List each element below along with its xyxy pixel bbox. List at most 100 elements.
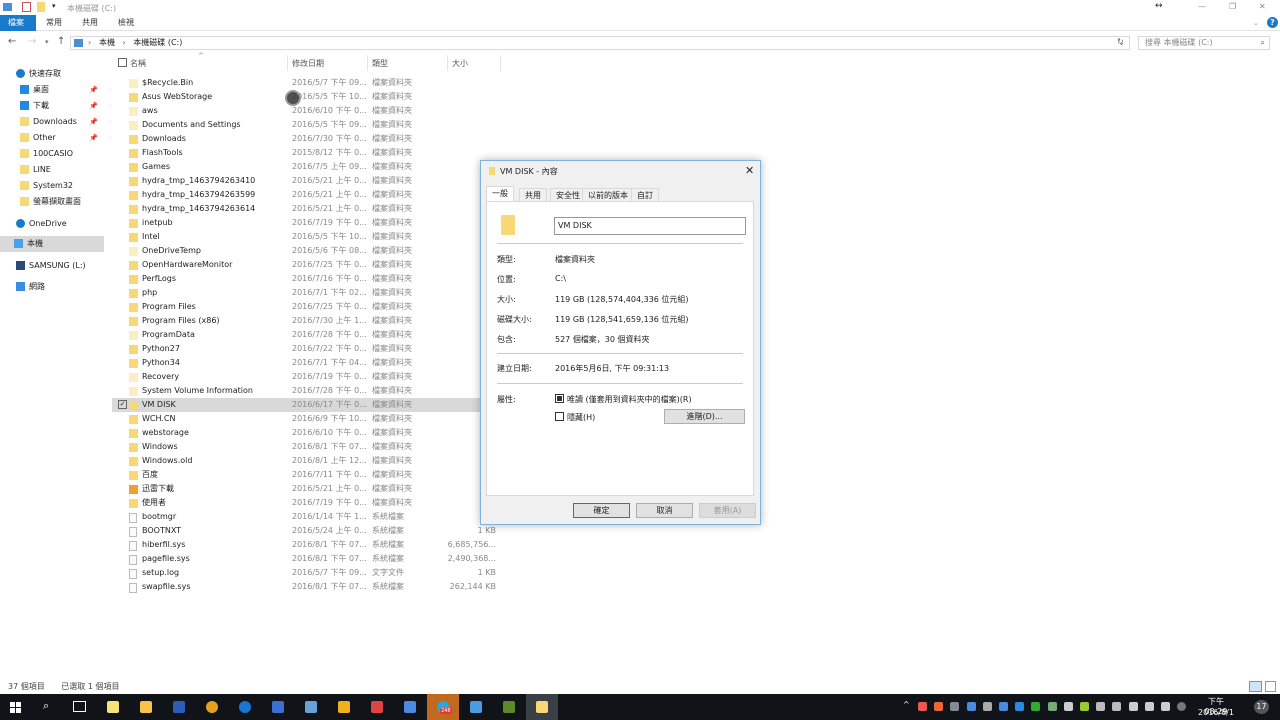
taskbar-app-button[interactable] [460, 694, 492, 720]
advanced-button[interactable]: 進階(D)... [664, 409, 745, 424]
file-row[interactable]: Downloads 2016/7/30 下午 0... 檔案資料夾 [112, 132, 480, 146]
action-center-button[interactable]: 17 [1254, 700, 1269, 714]
sidebar-item[interactable]: 本機 [0, 236, 104, 252]
wifi-icon[interactable] [1096, 702, 1106, 711]
large-icons-view-button[interactable] [1265, 681, 1276, 692]
taskbar-app-button[interactable]: 248 [427, 694, 459, 720]
file-row[interactable]: OpenHardwareMonitor 2016/7/25 下午 0... 檔案資料… [112, 258, 480, 272]
file-row[interactable]: setup.log 2016/5/7 下午 09... 文字文件 1 KB [112, 566, 496, 580]
breadcrumb-drive-c[interactable]: 本機磁碟 (C:) [133, 38, 182, 47]
taskbar-app-button[interactable] [328, 694, 360, 720]
start-button[interactable] [10, 702, 21, 713]
taskbar-app-button[interactable] [526, 694, 558, 720]
forward-button[interactable]: → [28, 36, 36, 47]
file-row[interactable]: hydra_tmp_1463794263410 2016/5/21 上午 0...… [112, 174, 480, 188]
sidebar-item[interactable]: 下載 📌 [0, 98, 104, 114]
volume-icon[interactable] [1128, 702, 1138, 711]
tray-app-icon[interactable] [966, 702, 976, 711]
file-row[interactable]: Documents and Settings 2016/5/5 下午 09... 檔… [112, 118, 480, 132]
tray-app-icon[interactable] [1080, 702, 1089, 711]
sidebar-item[interactable]: Other 📌 [0, 130, 104, 146]
cancel-button[interactable]: 取消 [636, 503, 693, 518]
tray-app-icon[interactable] [1047, 702, 1057, 711]
properties-icon[interactable] [22, 2, 31, 12]
maximize-button[interactable]: ❐ [1229, 2, 1236, 11]
column-name[interactable]: 名稱 [130, 58, 146, 69]
file-row[interactable]: swapfile.sys 2016/8/1 下午 07... 系統檔案 262,144… [112, 580, 496, 594]
taskbar-app-button[interactable] [196, 694, 228, 720]
file-row[interactable]: webstorage 2016/6/10 下午 0... 檔案資料夾 [112, 426, 480, 440]
tab-customize[interactable]: 自訂 [631, 188, 659, 201]
file-row[interactable]: Windows.old 2016/8/1 上午 12... 檔案資料夾 [112, 454, 480, 468]
file-row[interactable]: Intel 2016/5/5 下午 10... 檔案資料夾 [112, 230, 480, 244]
apply-button[interactable]: 套用(A) [699, 503, 756, 518]
taskbar-app-button[interactable] [394, 694, 426, 720]
file-row[interactable]: hydra_tmp_1463794263614 2016/5/21 上午 0...… [112, 202, 480, 216]
pin-icon[interactable]: 📌 [89, 98, 98, 114]
taskbar-app-button[interactable] [493, 694, 525, 720]
dialog-close-button[interactable]: ✕ [745, 164, 754, 177]
tray-app-icon[interactable] [982, 702, 992, 711]
tray-app-icon[interactable] [1112, 702, 1122, 711]
antivirus-icon[interactable] [918, 702, 927, 711]
taskbar-app-button[interactable] [130, 694, 162, 720]
file-row[interactable]: Games 2016/7/5 上午 09... 檔案資料夾 [112, 160, 480, 174]
file-row[interactable]: ✓ VM DISK 2016/6/17 下午 0... 檔案資料夾 [112, 398, 480, 412]
pin-icon[interactable]: 📌 [89, 114, 98, 130]
pen-icon[interactable] [1144, 702, 1154, 711]
breadcrumb-this-pc[interactable]: 本機 [99, 38, 115, 47]
pin-icon[interactable]: 📌 [89, 130, 98, 146]
file-row[interactable]: BOOTNXT 2016/5/24 上午 0... 系統檔案 1 KB [112, 524, 496, 538]
chevron-down-icon[interactable]: ▾ [52, 2, 56, 10]
file-row[interactable]: OneDriveTemp 2016/5/6 下午 08... 檔案資料夾 [112, 244, 480, 258]
nvidia-icon[interactable] [1031, 702, 1041, 711]
select-all-checkbox[interactable] [118, 58, 127, 67]
column-size[interactable]: 大小 [452, 58, 468, 69]
pin-icon[interactable]: 📌 [89, 82, 98, 98]
sidebar-item[interactable]: System32 [0, 178, 104, 194]
sidebar-item[interactable]: OneDrive [0, 216, 104, 232]
file-row[interactable]: Program Files (x86) 2016/7/30 上午 1... 檔案資料… [112, 314, 480, 328]
show-hidden-icons-button[interactable]: ^ [903, 700, 910, 709]
row-checkbox[interactable]: ✓ [118, 400, 127, 409]
file-row[interactable]: ProgramData 2016/7/28 下午 0... 檔案資料夾 [112, 328, 480, 342]
file-row[interactable]: 使用者 2016/7/19 下午 0... 檔案資料夾 [112, 496, 480, 510]
usb-icon[interactable] [1063, 702, 1073, 711]
file-row[interactable]: hydra_tmp_1463794263599 2016/5/21 上午 0...… [112, 188, 480, 202]
refresh-button[interactable]: ↻ [1117, 37, 1124, 46]
sidebar-item[interactable]: 螢幕擷取畫面 [0, 194, 104, 210]
up-button[interactable]: ↑ [57, 36, 65, 47]
expand-ribbon-icon[interactable]: ⌄ [1253, 19, 1259, 27]
taskbar-app-button[interactable] [295, 694, 327, 720]
file-row[interactable]: bootmgr2016/1/14 下午 1...系統檔案39 [112, 510, 496, 524]
tray-app-icon[interactable] [950, 702, 960, 711]
back-button[interactable]: ← [8, 36, 16, 47]
taskbar-app-button[interactable] [262, 694, 294, 720]
file-row[interactable]: PerfLogs 2016/7/16 下午 0... 檔案資料夾 [112, 272, 480, 286]
minimize-button[interactable]: — [1198, 2, 1206, 11]
recent-locations-icon[interactable]: ▾ [45, 38, 49, 46]
file-row[interactable]: aws 2016/6/10 下午 0... 檔案資料夾 [112, 104, 480, 118]
tab-share[interactable]: 共用 [74, 15, 106, 31]
tab-view[interactable]: 檢視 [110, 15, 142, 31]
sidebar-item[interactable]: 桌面 📌 [0, 82, 104, 98]
file-row[interactable]: Program Files 2016/7/25 下午 0... 檔案資料夾 [112, 300, 480, 314]
address-input[interactable]: › 本機 › 本機磁碟 (C:) ⌄ [70, 36, 1130, 50]
file-row[interactable]: WCH.CN 2016/6/9 下午 10... 檔案資料夾 [112, 412, 480, 426]
taskbar-app-button[interactable] [163, 694, 195, 720]
file-row[interactable]: hiberfil.sys 2016/8/1 下午 07... 系統檔案 6,685,7… [112, 538, 496, 552]
folder-name-input[interactable]: VM DISK [554, 217, 746, 235]
column-type[interactable]: 類型 [372, 58, 388, 69]
tray-app-icon[interactable] [999, 702, 1008, 711]
tray-app-icon[interactable] [1015, 702, 1025, 711]
sidebar-item[interactable]: Downloads 📌 [0, 114, 104, 130]
readonly-checkbox[interactable] [555, 394, 564, 403]
sidebar-item[interactable]: 快速存取 [0, 66, 104, 82]
tray-close-icon[interactable] [1177, 702, 1187, 711]
tab-security[interactable]: 安全性 [550, 188, 586, 201]
tab-file[interactable]: 檔案 [0, 15, 36, 31]
file-row[interactable]: Python27 2016/7/22 下午 0... 檔案資料夾 [112, 342, 480, 356]
tab-home[interactable]: 常用 [38, 15, 70, 31]
close-button[interactable]: ✕ [1259, 2, 1266, 11]
sidebar-item[interactable]: SAMSUNG (L:) [0, 258, 104, 274]
